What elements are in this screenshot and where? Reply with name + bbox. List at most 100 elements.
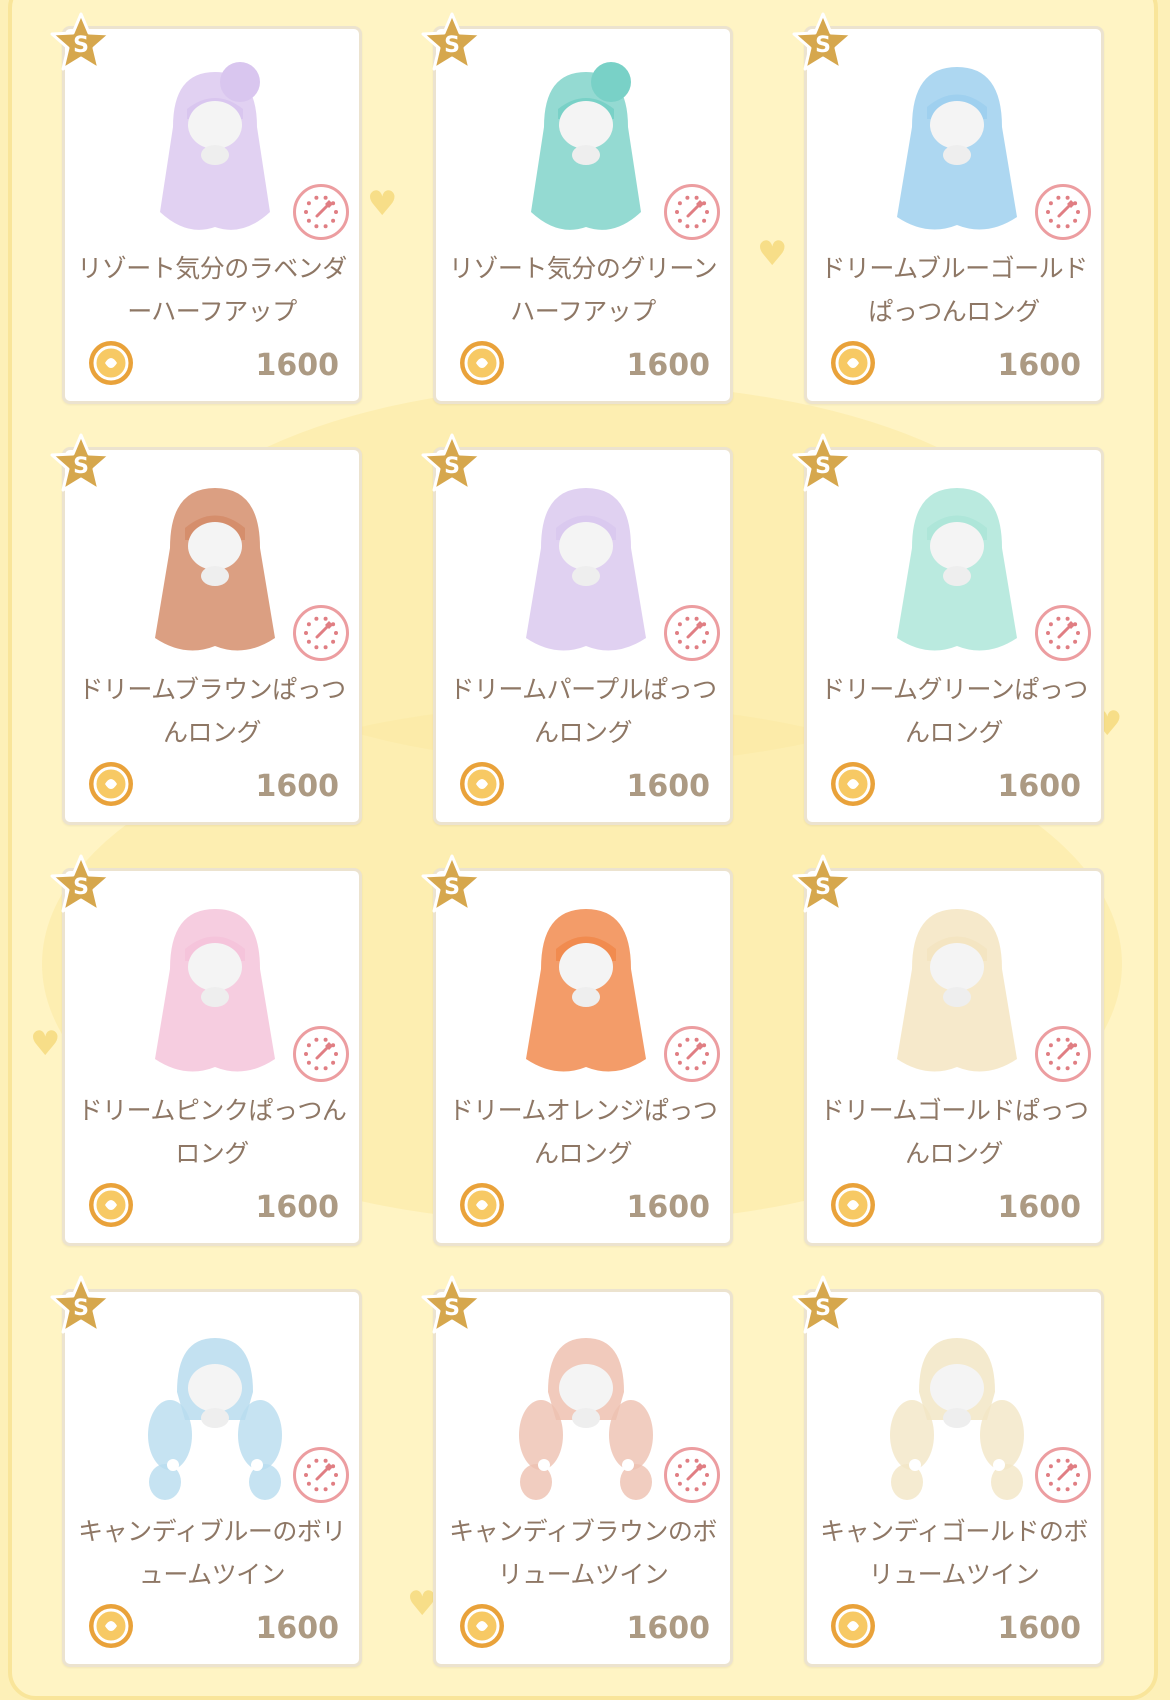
hair-thumbnail [526, 909, 646, 1072]
color-dropper-icon [304, 616, 338, 650]
item-price: 1600 [255, 769, 340, 804]
hair-thumbnail [897, 488, 1017, 651]
item-name: ドリームゴールドぱっつんロング [819, 1096, 1089, 1168]
rank-label: S [444, 875, 460, 900]
item-price: 1600 [997, 1190, 1082, 1225]
item-card-6[interactable]: S ドリームグリーンぱっつんロング 1600 [792, 433, 1104, 825]
coin-icon [831, 341, 875, 385]
hair-thumbnail [531, 62, 641, 230]
color-change-button[interactable] [293, 184, 349, 240]
item-price: 1600 [255, 348, 340, 383]
color-dropper-icon [1046, 195, 1080, 229]
hair-thumbnail [148, 1338, 282, 1500]
item-name: リゾート気分のグリーンハーフアップ [448, 254, 718, 326]
rank-star-icon: S [792, 854, 854, 913]
item-card-4[interactable]: S ドリームブラウンぱっつんロング 1600 [50, 433, 362, 825]
item-card-2[interactable]: S リゾート気分のグリーンハーフアップ 1600 [421, 12, 733, 404]
color-dropper-icon [1046, 1458, 1080, 1492]
color-change-button[interactable] [664, 184, 720, 240]
item-card-1[interactable]: S リゾート気分のラベンダーハーフアップ 1600 [50, 12, 362, 404]
hair-thumbnail [526, 488, 646, 651]
item-price: 1600 [626, 1190, 711, 1225]
item-name: キャンディブルーのボリュームツイン [78, 1517, 346, 1589]
item-card-11[interactable]: S キャンディブラウンのボリュームツイン 1600 [421, 1275, 733, 1667]
rank-star-icon: S [421, 433, 483, 492]
coin-icon [460, 341, 504, 385]
item-card-7[interactable]: S ドリームピンクぱっつんロング 1600 [50, 854, 362, 1246]
rank-star-icon: S [50, 433, 112, 492]
item-name: ドリームパープルぱっつんロング [449, 675, 717, 747]
rank-label: S [73, 454, 89, 479]
color-dropper-icon [675, 1037, 709, 1071]
hair-thumbnail [890, 1338, 1024, 1500]
rank-star-icon: S [792, 12, 854, 71]
hair-thumbnail [160, 62, 270, 230]
coin-icon [460, 762, 504, 806]
coin-icon [831, 1604, 875, 1648]
rank-label: S [815, 454, 831, 479]
rank-label: S [444, 33, 460, 58]
rank-star-icon: S [421, 1275, 483, 1334]
color-change-button[interactable] [664, 605, 720, 661]
color-change-button[interactable] [664, 1447, 720, 1503]
color-dropper-icon [675, 616, 709, 650]
item-name: リゾート気分のラベンダーハーフアップ [77, 254, 347, 326]
color-change-button[interactable] [1035, 1026, 1091, 1082]
color-dropper-icon [1046, 1037, 1080, 1071]
color-dropper-icon [304, 1458, 338, 1492]
rank-star-icon: S [50, 12, 112, 71]
item-price: 1600 [997, 1611, 1082, 1646]
item-grid: S リゾート気分のラベンダーハーフアップ 1600 S リゾート気分のグリーンハ… [50, 12, 1104, 1667]
rank-label: S [73, 33, 89, 58]
rank-star-icon: S [50, 854, 112, 913]
item-name: キャンディゴールドのボリュームツイン [820, 1517, 1088, 1589]
item-price: 1600 [255, 1190, 340, 1225]
rank-label: S [444, 1296, 460, 1321]
color-change-button[interactable] [1035, 605, 1091, 661]
item-card-10[interactable]: S キャンディブルーのボリュームツイン 1600 [50, 1275, 362, 1667]
item-name: ドリームブルーゴールドぱっつんロング [820, 254, 1088, 326]
item-name: ドリームグリーンぱっつんロング [820, 675, 1088, 747]
rank-star-icon: S [792, 1275, 854, 1334]
color-change-button[interactable] [1035, 1447, 1091, 1503]
color-dropper-icon [304, 195, 338, 229]
coin-icon [89, 1604, 133, 1648]
rank-label: S [73, 875, 89, 900]
coin-icon [89, 1183, 133, 1227]
item-card-3[interactable]: S ドリームブルーゴールドぱっつんロング 1600 [792, 12, 1104, 404]
item-card-9[interactable]: S ドリームゴールドぱっつんロング 1600 [792, 854, 1104, 1246]
color-change-button[interactable] [293, 1447, 349, 1503]
rank-label: S [73, 1296, 89, 1321]
item-price: 1600 [626, 348, 711, 383]
color-dropper-icon [304, 1037, 338, 1071]
rank-star-icon: S [792, 433, 854, 492]
rank-label: S [815, 875, 831, 900]
item-price: 1600 [626, 769, 711, 804]
coin-icon [831, 762, 875, 806]
color-change-button[interactable] [293, 605, 349, 661]
hair-thumbnail [897, 67, 1017, 230]
item-price: 1600 [626, 1611, 711, 1646]
color-change-button[interactable] [293, 1026, 349, 1082]
coin-icon [831, 1183, 875, 1227]
item-card-12[interactable]: S キャンディゴールドのボリュームツイン 1600 [792, 1275, 1104, 1667]
item-name: ドリームオレンジぱっつんロング [448, 1096, 718, 1168]
item-price: 1600 [997, 348, 1082, 383]
coin-icon [460, 1604, 504, 1648]
item-name: キャンディブラウンのボリュームツイン [449, 1517, 717, 1589]
color-dropper-icon [1046, 616, 1080, 650]
hair-thumbnail [897, 909, 1017, 1072]
hair-thumbnail [155, 488, 275, 651]
coin-icon [89, 341, 133, 385]
color-change-button[interactable] [1035, 184, 1091, 240]
color-change-button[interactable] [664, 1026, 720, 1082]
item-name: ドリームピンクぱっつんロング [77, 1096, 347, 1168]
rank-star-icon: S [50, 1275, 112, 1334]
rank-star-icon: S [421, 854, 483, 913]
item-card-5[interactable]: S ドリームパープルぱっつんロング 1600 [421, 433, 733, 825]
item-card-8[interactable]: S ドリームオレンジぱっつんロング 1600 [421, 854, 733, 1246]
coin-icon [89, 762, 133, 806]
rank-label: S [815, 1296, 831, 1321]
item-price: 1600 [255, 1611, 340, 1646]
hair-thumbnail [519, 1338, 653, 1500]
